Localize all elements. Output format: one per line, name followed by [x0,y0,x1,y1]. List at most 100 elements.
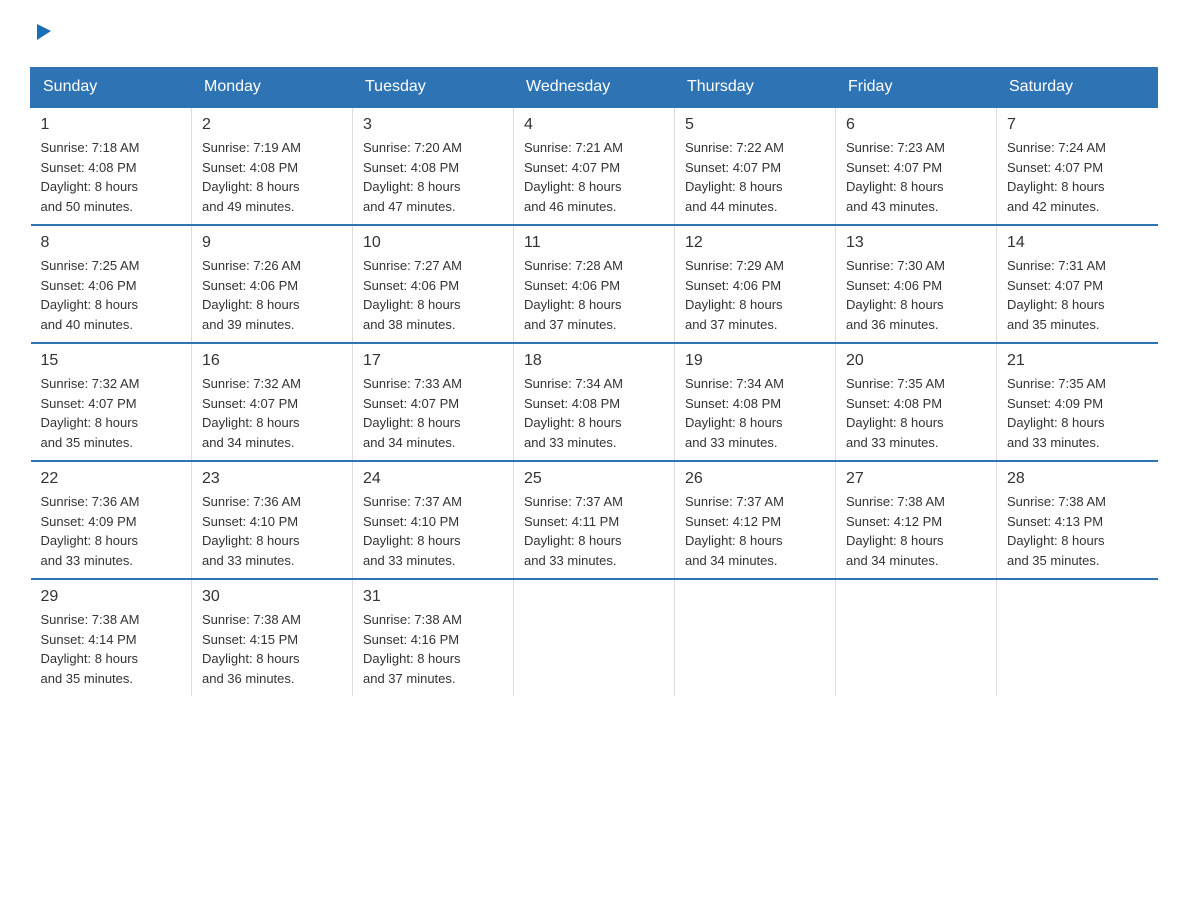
calendar-week-4: 22 Sunrise: 7:36 AMSunset: 4:09 PMDaylig… [31,461,1158,579]
calendar-cell: 7 Sunrise: 7:24 AMSunset: 4:07 PMDayligh… [997,107,1158,225]
day-info: Sunrise: 7:33 AMSunset: 4:07 PMDaylight:… [363,374,503,452]
day-header-monday: Monday [192,68,353,108]
day-info: Sunrise: 7:27 AMSunset: 4:06 PMDaylight:… [363,256,503,334]
day-number: 5 [685,116,825,134]
calendar-cell: 2 Sunrise: 7:19 AMSunset: 4:08 PMDayligh… [192,107,353,225]
day-number: 16 [202,352,342,370]
calendar-cell [997,579,1158,696]
calendar-cell: 18 Sunrise: 7:34 AMSunset: 4:08 PMDaylig… [514,343,675,461]
day-info: Sunrise: 7:36 AMSunset: 4:09 PMDaylight:… [41,492,182,570]
day-info: Sunrise: 7:22 AMSunset: 4:07 PMDaylight:… [685,138,825,216]
calendar-cell [836,579,997,696]
day-header-friday: Friday [836,68,997,108]
day-info: Sunrise: 7:38 AMSunset: 4:13 PMDaylight:… [1007,492,1148,570]
calendar-cell: 14 Sunrise: 7:31 AMSunset: 4:07 PMDaylig… [997,225,1158,343]
day-info: Sunrise: 7:38 AMSunset: 4:16 PMDaylight:… [363,610,503,688]
day-info: Sunrise: 7:29 AMSunset: 4:06 PMDaylight:… [685,256,825,334]
calendar-week-5: 29 Sunrise: 7:38 AMSunset: 4:14 PMDaylig… [31,579,1158,696]
day-number: 8 [41,234,182,252]
day-info: Sunrise: 7:25 AMSunset: 4:06 PMDaylight:… [41,256,182,334]
day-header-wednesday: Wednesday [514,68,675,108]
calendar-cell: 31 Sunrise: 7:38 AMSunset: 4:16 PMDaylig… [353,579,514,696]
day-number: 30 [202,588,342,606]
calendar-cell: 6 Sunrise: 7:23 AMSunset: 4:07 PMDayligh… [836,107,997,225]
day-number: 17 [363,352,503,370]
day-number: 6 [846,116,986,134]
calendar-cell: 13 Sunrise: 7:30 AMSunset: 4:06 PMDaylig… [836,225,997,343]
page-header [30,20,1158,47]
calendar-cell: 27 Sunrise: 7:38 AMSunset: 4:12 PMDaylig… [836,461,997,579]
calendar-cell: 10 Sunrise: 7:27 AMSunset: 4:06 PMDaylig… [353,225,514,343]
day-info: Sunrise: 7:37 AMSunset: 4:11 PMDaylight:… [524,492,664,570]
day-number: 20 [846,352,986,370]
day-number: 3 [363,116,503,134]
day-number: 12 [685,234,825,252]
day-info: Sunrise: 7:30 AMSunset: 4:06 PMDaylight:… [846,256,986,334]
day-number: 9 [202,234,342,252]
day-number: 27 [846,470,986,488]
day-number: 18 [524,352,664,370]
calendar-cell: 15 Sunrise: 7:32 AMSunset: 4:07 PMDaylig… [31,343,192,461]
day-info: Sunrise: 7:34 AMSunset: 4:08 PMDaylight:… [524,374,664,452]
day-number: 28 [1007,470,1148,488]
day-info: Sunrise: 7:35 AMSunset: 4:08 PMDaylight:… [846,374,986,452]
calendar-cell: 23 Sunrise: 7:36 AMSunset: 4:10 PMDaylig… [192,461,353,579]
day-number: 24 [363,470,503,488]
day-info: Sunrise: 7:34 AMSunset: 4:08 PMDaylight:… [685,374,825,452]
calendar-cell: 30 Sunrise: 7:38 AMSunset: 4:15 PMDaylig… [192,579,353,696]
day-number: 26 [685,470,825,488]
day-number: 7 [1007,116,1148,134]
calendar-cell [675,579,836,696]
calendar-cell: 3 Sunrise: 7:20 AMSunset: 4:08 PMDayligh… [353,107,514,225]
day-info: Sunrise: 7:26 AMSunset: 4:06 PMDaylight:… [202,256,342,334]
calendar-cell: 16 Sunrise: 7:32 AMSunset: 4:07 PMDaylig… [192,343,353,461]
day-info: Sunrise: 7:18 AMSunset: 4:08 PMDaylight:… [41,138,182,216]
day-number: 25 [524,470,664,488]
day-number: 10 [363,234,503,252]
day-number: 2 [202,116,342,134]
day-info: Sunrise: 7:24 AMSunset: 4:07 PMDaylight:… [1007,138,1148,216]
day-info: Sunrise: 7:23 AMSunset: 4:07 PMDaylight:… [846,138,986,216]
calendar-cell: 5 Sunrise: 7:22 AMSunset: 4:07 PMDayligh… [675,107,836,225]
day-info: Sunrise: 7:37 AMSunset: 4:10 PMDaylight:… [363,492,503,570]
day-header-saturday: Saturday [997,68,1158,108]
day-header-thursday: Thursday [675,68,836,108]
calendar-cell: 25 Sunrise: 7:37 AMSunset: 4:11 PMDaylig… [514,461,675,579]
calendar-cell: 12 Sunrise: 7:29 AMSunset: 4:06 PMDaylig… [675,225,836,343]
calendar-cell: 4 Sunrise: 7:21 AMSunset: 4:07 PMDayligh… [514,107,675,225]
day-info: Sunrise: 7:31 AMSunset: 4:07 PMDaylight:… [1007,256,1148,334]
calendar-cell: 28 Sunrise: 7:38 AMSunset: 4:13 PMDaylig… [997,461,1158,579]
calendar-cell: 9 Sunrise: 7:26 AMSunset: 4:06 PMDayligh… [192,225,353,343]
day-info: Sunrise: 7:32 AMSunset: 4:07 PMDaylight:… [41,374,182,452]
day-header-sunday: Sunday [31,68,192,108]
day-number: 14 [1007,234,1148,252]
calendar-week-2: 8 Sunrise: 7:25 AMSunset: 4:06 PMDayligh… [31,225,1158,343]
day-number: 21 [1007,352,1148,370]
calendar-week-3: 15 Sunrise: 7:32 AMSunset: 4:07 PMDaylig… [31,343,1158,461]
calendar-cell: 29 Sunrise: 7:38 AMSunset: 4:14 PMDaylig… [31,579,192,696]
logo-triangle-icon [33,20,55,42]
day-info: Sunrise: 7:37 AMSunset: 4:12 PMDaylight:… [685,492,825,570]
day-info: Sunrise: 7:28 AMSunset: 4:06 PMDaylight:… [524,256,664,334]
calendar-cell: 20 Sunrise: 7:35 AMSunset: 4:08 PMDaylig… [836,343,997,461]
calendar-cell: 21 Sunrise: 7:35 AMSunset: 4:09 PMDaylig… [997,343,1158,461]
calendar-cell: 22 Sunrise: 7:36 AMSunset: 4:09 PMDaylig… [31,461,192,579]
day-number: 22 [41,470,182,488]
day-info: Sunrise: 7:19 AMSunset: 4:08 PMDaylight:… [202,138,342,216]
day-info: Sunrise: 7:21 AMSunset: 4:07 PMDaylight:… [524,138,664,216]
calendar-cell: 8 Sunrise: 7:25 AMSunset: 4:06 PMDayligh… [31,225,192,343]
day-info: Sunrise: 7:36 AMSunset: 4:10 PMDaylight:… [202,492,342,570]
day-number: 4 [524,116,664,134]
calendar-cell [514,579,675,696]
day-info: Sunrise: 7:38 AMSunset: 4:14 PMDaylight:… [41,610,182,688]
calendar-table: SundayMondayTuesdayWednesdayThursdayFrid… [30,67,1158,696]
day-number: 23 [202,470,342,488]
day-info: Sunrise: 7:32 AMSunset: 4:07 PMDaylight:… [202,374,342,452]
calendar-cell: 26 Sunrise: 7:37 AMSunset: 4:12 PMDaylig… [675,461,836,579]
day-info: Sunrise: 7:38 AMSunset: 4:12 PMDaylight:… [846,492,986,570]
day-info: Sunrise: 7:20 AMSunset: 4:08 PMDaylight:… [363,138,503,216]
calendar-cell: 19 Sunrise: 7:34 AMSunset: 4:08 PMDaylig… [675,343,836,461]
calendar-cell: 17 Sunrise: 7:33 AMSunset: 4:07 PMDaylig… [353,343,514,461]
day-number: 29 [41,588,182,606]
calendar-cell: 11 Sunrise: 7:28 AMSunset: 4:06 PMDaylig… [514,225,675,343]
